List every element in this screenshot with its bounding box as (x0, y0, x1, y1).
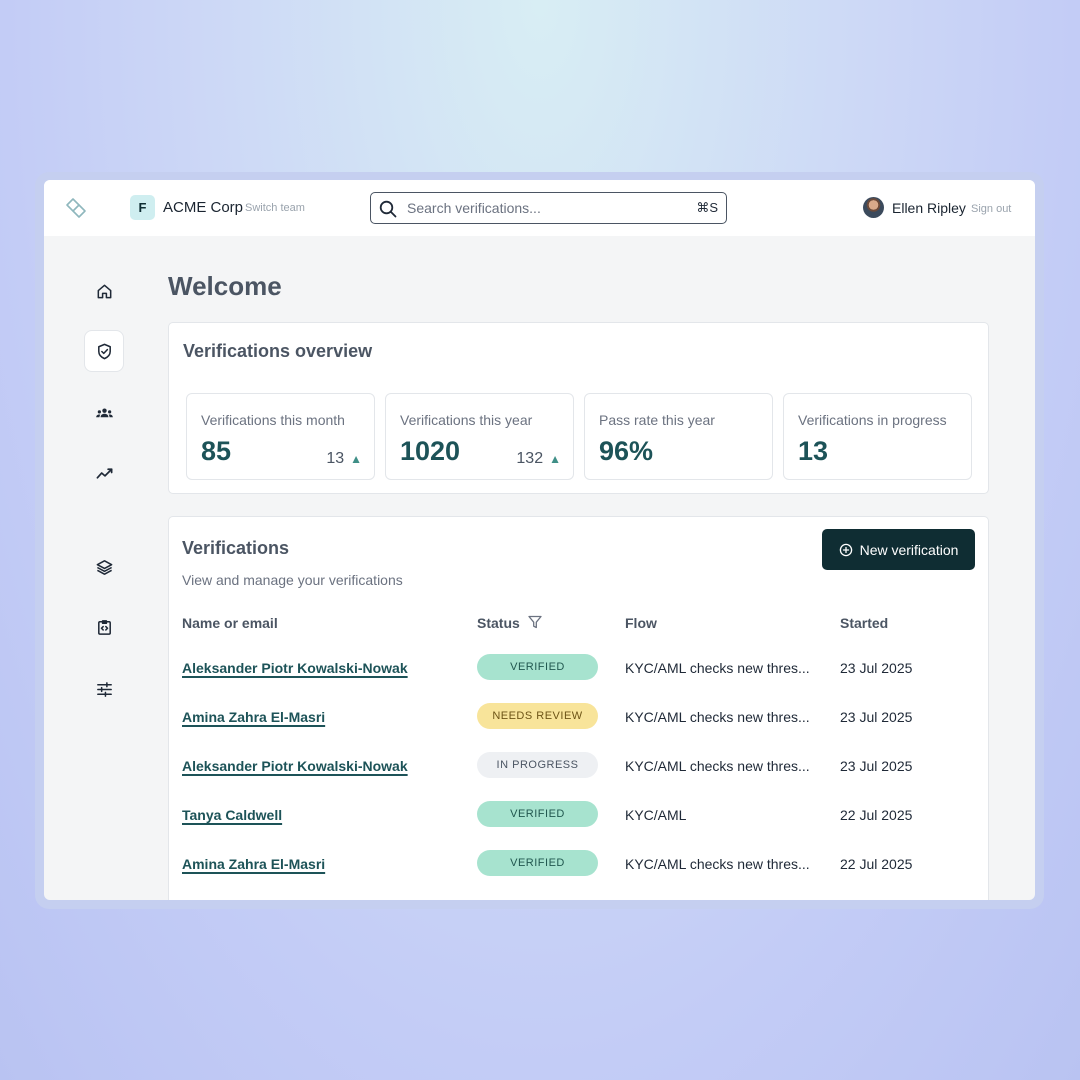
arrow-up-icon: ▲ (350, 452, 362, 466)
team-avatar[interactable]: F (130, 195, 155, 220)
verification-name-link[interactable]: Tanya Caldwell (182, 807, 282, 823)
new-verification-button[interactable]: New verification (822, 529, 975, 570)
stat-value: 13 (798, 436, 829, 466)
stat-delta: 132 ▲ (516, 450, 561, 467)
verifications-title: Verifications (182, 538, 290, 558)
home-icon (97, 284, 111, 298)
verifications-card: Verifications View and manage your verif… (168, 516, 989, 900)
table-row[interactable]: Amina Zahra El-Masri VERIFIED KYC/AML ch… (169, 844, 990, 884)
table-row[interactable]: Aleksander Piotr Kowalski-Nowak IN PROGR… (169, 746, 990, 786)
table-row[interactable]: Aleksander Piotr Kowalski-Nowak VERIFIED… (169, 648, 990, 688)
started-cell: 22 Jul 2025 (840, 856, 913, 872)
started-cell: 23 Jul 2025 (840, 660, 913, 676)
sidebar-item-settings[interactable] (84, 668, 124, 710)
user-name: Ellen Ripley (892, 200, 966, 216)
stat-label: Verifications this year (400, 412, 533, 428)
verification-name-link[interactable]: Amina Zahra El-Masri (182, 856, 325, 872)
stat-delta: 13 ▲ (326, 450, 362, 467)
flow-cell: KYC/AML checks new thres... (625, 856, 810, 872)
stat-card-pass-rate: Pass rate this year 96% (584, 393, 773, 480)
verifications-subtitle: View and manage your verifications (182, 572, 403, 588)
new-verification-label: New verification (859, 541, 959, 558)
sign-out-link[interactable]: Sign out (971, 203, 1011, 215)
shield-check-icon (97, 343, 111, 359)
search-icon (379, 200, 397, 218)
users-icon (95, 407, 113, 417)
sliders-icon (96, 681, 112, 697)
sidebar-item-layers[interactable] (84, 546, 124, 588)
stat-card-in-progress: Verifications in progress 13 (783, 393, 972, 480)
sidebar-item-verifications[interactable] (84, 330, 124, 372)
search-input[interactable] (407, 197, 687, 219)
table-row[interactable]: Tanya Caldwell VERIFIED KYC/AML 22 Jul 2… (169, 795, 990, 835)
flow-cell: KYC/AML checks new thres... (625, 758, 810, 774)
column-header-status[interactable]: Status (477, 615, 520, 631)
layers-icon (96, 559, 112, 575)
app-window: F ACME Corp Switch team ⌘S Ellen Ripley … (44, 180, 1035, 900)
trend-icon (96, 467, 112, 479)
flow-cell: KYC/AML checks new thres... (625, 709, 810, 725)
top-bar: F ACME Corp Switch team ⌘S Ellen Ripley … (44, 180, 1035, 236)
stat-label: Verifications this month (201, 412, 345, 428)
stat-label: Pass rate this year (599, 412, 715, 428)
started-cell: 22 Jul 2025 (840, 807, 913, 823)
flow-cell: KYC/AML checks new thres... (625, 660, 810, 676)
verification-name-link[interactable]: Aleksander Piotr Kowalski-Nowak (182, 660, 408, 676)
table-row[interactable]: Amina Zahra El-Masri NEEDS REVIEW KYC/AM… (169, 697, 990, 737)
flow-cell: KYC/AML (625, 807, 687, 823)
plus-circle-icon (839, 543, 852, 556)
switch-team-link[interactable]: Switch team (245, 202, 305, 214)
stat-value: 1020 (400, 436, 461, 466)
logo-icon (66, 198, 86, 218)
sidebar-item-users[interactable] (84, 392, 124, 434)
search-shortcut: ⌘S (696, 200, 718, 215)
stat-label: Verifications in progress (798, 412, 947, 428)
overview-title: Verifications overview (183, 341, 373, 361)
team-name: ACME Corp (163, 199, 244, 216)
started-cell: 23 Jul 2025 (840, 709, 913, 725)
stat-card-month: Verifications this month 85 13 ▲ (186, 393, 375, 480)
sidebar-item-analytics[interactable] (84, 452, 124, 494)
verification-name-link[interactable]: Aleksander Piotr Kowalski-Nowak (182, 758, 408, 774)
status-badge: NEEDS REVIEW (477, 703, 598, 729)
column-header-started[interactable]: Started (840, 615, 888, 631)
status-badge: IN PROGRESS (477, 752, 598, 778)
verification-name-link[interactable]: Amina Zahra El-Masri (182, 709, 325, 725)
started-cell: 23 Jul 2025 (840, 758, 913, 774)
column-header-name[interactable]: Name or email (182, 615, 278, 631)
stat-value: 85 (201, 436, 232, 466)
status-badge: VERIFIED (477, 850, 598, 876)
avatar[interactable] (863, 197, 884, 218)
stat-value: 96% (599, 436, 654, 466)
status-badge: VERIFIED (477, 801, 598, 827)
code-clipboard-icon (97, 619, 111, 635)
page-title: Welcome (168, 271, 282, 301)
search-box[interactable]: ⌘S (370, 192, 727, 224)
arrow-up-icon: ▲ (549, 452, 561, 466)
column-header-flow[interactable]: Flow (625, 615, 657, 631)
status-badge: VERIFIED (477, 654, 598, 680)
filter-icon[interactable] (527, 614, 543, 630)
overview-card: Verifications overview Verifications thi… (168, 322, 989, 494)
sidebar-item-developers[interactable] (84, 606, 124, 648)
stat-card-year: Verifications this year 1020 132 ▲ (385, 393, 574, 480)
sidebar-item-home[interactable] (84, 270, 124, 312)
